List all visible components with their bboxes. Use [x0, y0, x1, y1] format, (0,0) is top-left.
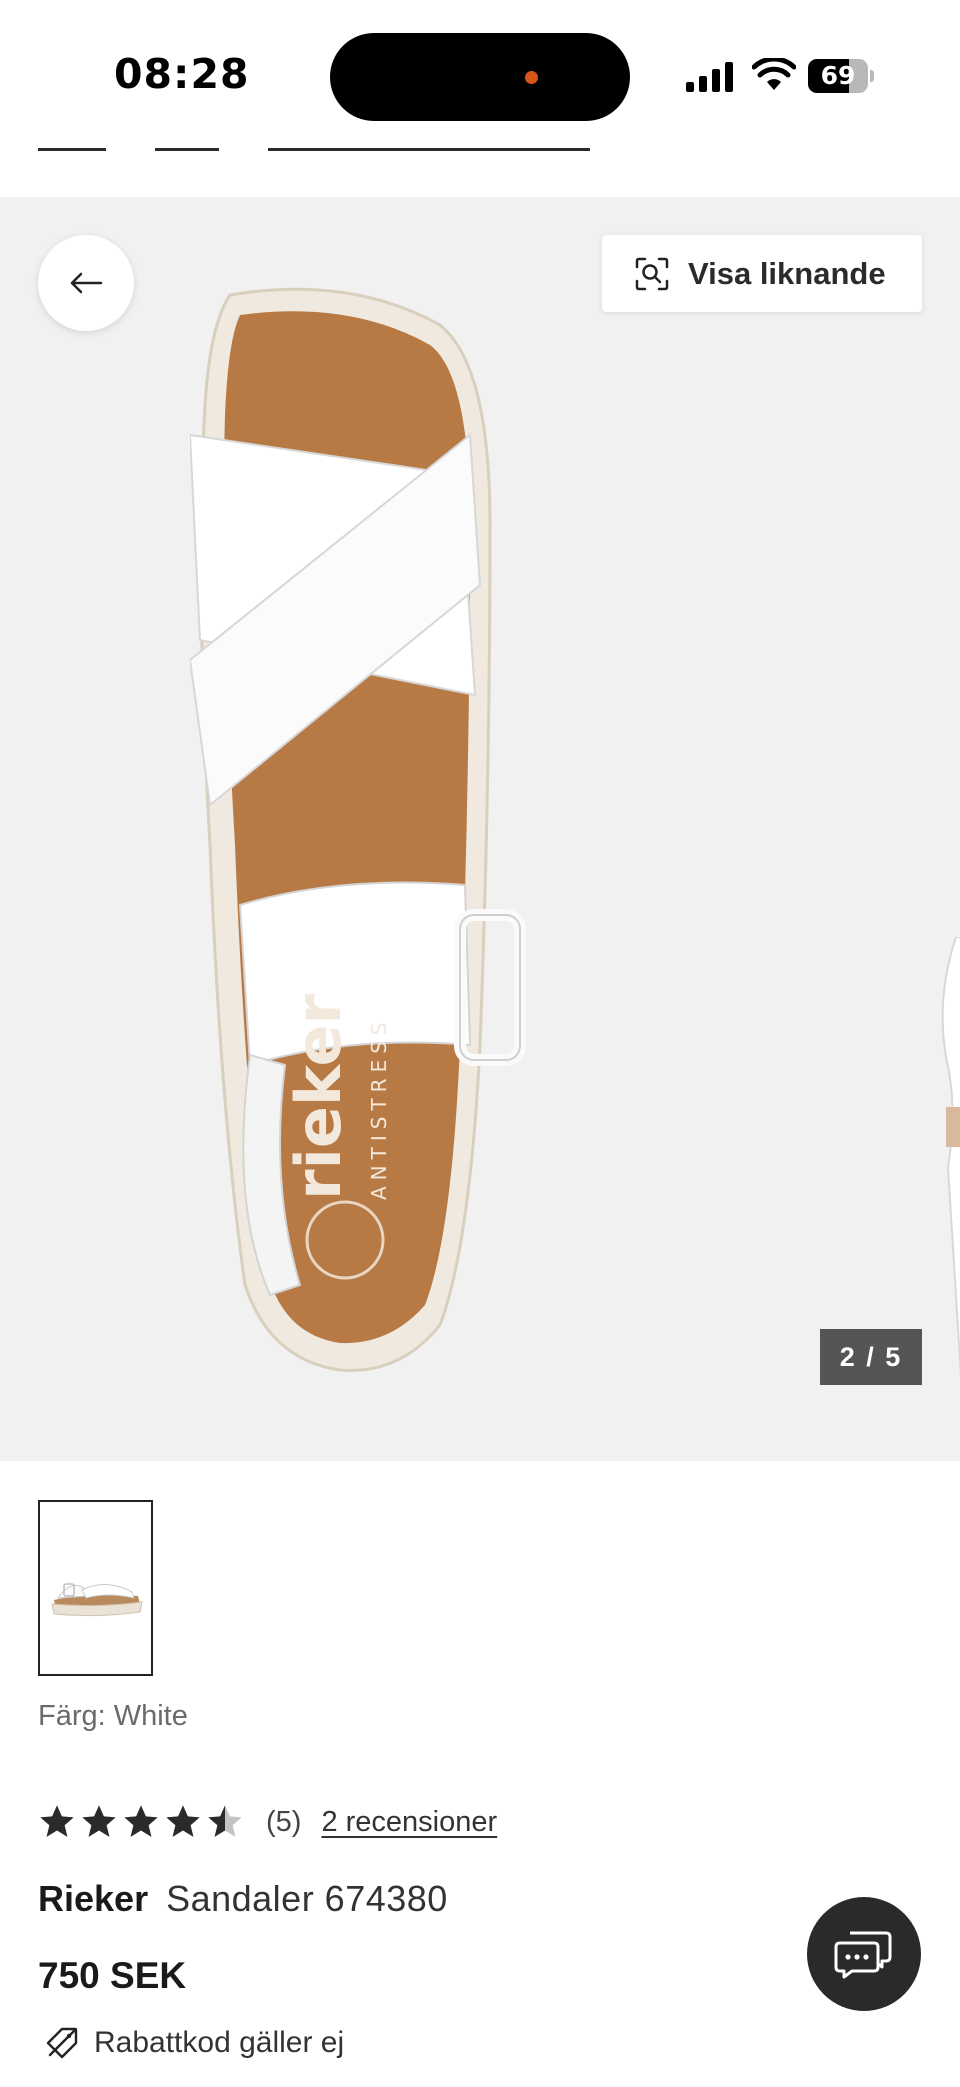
product-price: 750 SEK: [38, 1955, 187, 1996]
next-image-peek: [941, 937, 960, 1377]
product-title: Rieker Sandaler 674380: [38, 1878, 448, 1920]
color-label: Färg: White: [38, 1700, 188, 1732]
star-icon: [166, 1805, 200, 1837]
rating-row: (5) 2 recensioner: [38, 1800, 497, 1844]
nav-underline-2: [155, 148, 219, 151]
image-sub-print: ANTISTRESS: [367, 1016, 391, 1200]
rating-count: (5): [266, 1805, 302, 1838]
discount-note-label: Rabattkod gäller ej: [94, 2026, 345, 2059]
image-counter: 2 / 5: [820, 1329, 922, 1385]
chat-bubbles-icon: [834, 1931, 892, 1979]
product-image: rieker ANTISTRESS: [190, 287, 526, 1372]
chat-button[interactable]: [807, 1897, 921, 2011]
recording-indicator-icon: [525, 71, 538, 84]
star-icon: [124, 1805, 158, 1837]
status-bar: 08:28 69: [0, 0, 960, 140]
signal-icon: [686, 62, 733, 92]
show-similar-button[interactable]: Visa liknande: [602, 235, 922, 312]
nav-underline-3: [268, 148, 590, 151]
nav-underline-1: [38, 148, 106, 151]
dynamic-island: [330, 33, 630, 121]
product-image-gallery[interactable]: rieker ANTISTRESS Visa liknande 2 / 5: [0, 197, 960, 1461]
star-rating: [38, 1803, 244, 1841]
no-discount-tag-icon: [46, 2027, 78, 2059]
star-icon: [40, 1805, 74, 1837]
thumbnail-image: [50, 1583, 143, 1617]
status-time: 08:28: [114, 50, 250, 98]
arrow-left-icon: [70, 272, 103, 294]
star-icon: [208, 1805, 242, 1837]
discount-note: Rabattkod gäller ej: [44, 2025, 344, 2061]
back-button[interactable]: [38, 235, 134, 331]
image-brand-print: rieker: [282, 994, 355, 1200]
show-similar-label: Visa liknande: [688, 255, 886, 291]
reviews-link[interactable]: 2 recensioner: [321, 1806, 497, 1839]
visual-search-icon: [635, 257, 669, 290]
product-brand: Rieker: [38, 1878, 149, 1919]
image-thumbnail[interactable]: [38, 1500, 153, 1676]
product-model: Sandaler 674380: [166, 1878, 448, 1919]
battery-level: 69: [820, 61, 856, 90]
wifi-icon: [752, 58, 796, 90]
battery-icon: 69: [808, 59, 874, 93]
star-icon: [82, 1805, 116, 1837]
